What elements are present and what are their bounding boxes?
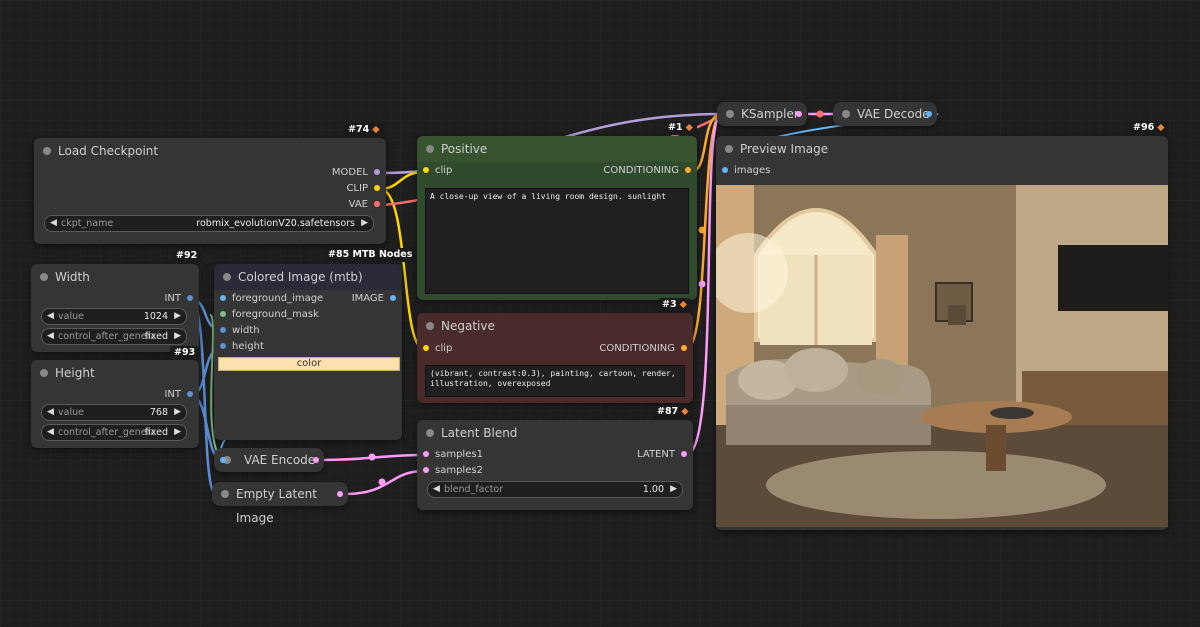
- node-id-badge: #85 MTB Nodes: [324, 248, 417, 262]
- samples1-input[interactable]: samples1: [423, 448, 483, 462]
- collapse-dot-icon[interactable]: [40, 273, 48, 281]
- blend-factor-slider[interactable]: ◀ blend_factor 1.00 ▶: [427, 481, 683, 498]
- preview-image: [716, 185, 1168, 527]
- collapse-dot-icon[interactable]: [221, 490, 229, 498]
- int-output[interactable]: INT: [164, 388, 193, 402]
- collapse-dot-icon[interactable]: [426, 429, 434, 437]
- left-arrow-icon[interactable]: ◀: [47, 329, 54, 344]
- vae-encode-node[interactable]: VAE Encode: [214, 448, 324, 472]
- prompt-textarea[interactable]: (vibrant, contrast:0.3), painting, carto…: [425, 365, 685, 397]
- collapse-dot-icon[interactable]: [43, 147, 51, 155]
- living-room-scene: [716, 185, 1168, 527]
- node-id-badge: #1 ◆: [664, 121, 697, 135]
- node-id-badge: #74 ◆: [344, 123, 384, 137]
- collapse-dot-icon[interactable]: [426, 322, 434, 330]
- foreground-image-input[interactable]: foreground_image: [220, 292, 323, 306]
- colored-image-node[interactable]: Colored Image (mtb) foreground_image for…: [214, 264, 402, 440]
- image-output[interactable]: IMAGE: [352, 292, 396, 306]
- node-id-badge: #96 ◆: [1129, 121, 1169, 135]
- left-arrow-icon[interactable]: ◀: [47, 309, 54, 324]
- width-node[interactable]: Width INT ◀ value 1024 ▶ ◀ control_after_gen…: [31, 264, 199, 352]
- fox-icon: ◆: [679, 299, 687, 310]
- node-title: Load Checkpoint: [58, 144, 159, 158]
- latent-blend-node[interactable]: Latent Blend samples1 samples2 LATENT ◀ b…: [417, 420, 693, 510]
- model-output[interactable]: MODEL: [332, 166, 380, 180]
- images-input[interactable]: images: [722, 164, 770, 178]
- load-checkpoint-node[interactable]: Load Checkpoint MODEL CLIP VAE ◀ ckpt_na…: [34, 138, 386, 244]
- right-arrow-icon[interactable]: ▶: [361, 216, 368, 231]
- clip-input[interactable]: clip: [423, 342, 452, 356]
- clip-output[interactable]: CLIP: [346, 182, 380, 196]
- control-after-generate-combo[interactable]: ◀control_after_generatefixed▶: [41, 328, 187, 345]
- collapse-dot-icon[interactable]: [842, 110, 850, 118]
- collapse-dot-icon[interactable]: [40, 369, 48, 377]
- ksampler-node[interactable]: KSampler: [717, 102, 807, 126]
- fox-icon: ◆: [685, 122, 693, 133]
- left-arrow-icon[interactable]: ◀: [50, 216, 57, 231]
- right-arrow-icon[interactable]: ▶: [174, 309, 181, 324]
- node-id-badge: #93: [170, 346, 200, 360]
- latent-output[interactable]: LATENT: [637, 448, 687, 462]
- positive-prompt-node[interactable]: Positive clip CONDITIONING A close-up vi…: [417, 136, 697, 300]
- left-arrow-icon[interactable]: ◀: [47, 425, 54, 440]
- clip-input[interactable]: clip: [423, 164, 452, 178]
- fox-icon: ◆: [681, 406, 689, 417]
- node-id-badge: #87 ◆: [653, 405, 693, 419]
- value-stepper[interactable]: ◀ value 768 ▶: [41, 404, 187, 421]
- empty-latent-image-node[interactable]: Empty Latent Image: [212, 482, 348, 525]
- right-arrow-icon[interactable]: ▶: [670, 482, 677, 497]
- right-arrow-icon[interactable]: ▶: [174, 329, 181, 344]
- prompt-textarea[interactable]: A close-up view of a living room design.…: [425, 188, 689, 294]
- collapse-dot-icon[interactable]: [725, 145, 733, 153]
- value-stepper[interactable]: ◀ value 1024 ▶: [41, 308, 187, 325]
- color-picker[interactable]: color: [218, 357, 400, 371]
- height-node[interactable]: Height INT ◀ value 768 ▶ ◀ control_after_gen…: [31, 360, 199, 448]
- int-output[interactable]: INT: [164, 292, 193, 306]
- height-input[interactable]: height: [220, 340, 264, 354]
- right-arrow-icon[interactable]: ▶: [174, 425, 181, 440]
- fox-icon: ◆: [372, 124, 380, 135]
- vae-decode-node[interactable]: VAE Decode: [833, 102, 937, 126]
- control-after-generate-combo[interactable]: ◀control_after_generatefixed▶: [41, 424, 187, 441]
- right-arrow-icon[interactable]: ▶: [174, 405, 181, 420]
- preview-image-node[interactable]: Preview Image images: [716, 136, 1168, 530]
- collapse-dot-icon[interactable]: [223, 273, 231, 281]
- negative-prompt-node[interactable]: Negative clip CONDITIONING (vibrant, con…: [417, 313, 693, 403]
- node-id-badge: #3 ◆: [658, 298, 691, 312]
- conditioning-output[interactable]: CONDITIONING: [603, 164, 691, 178]
- left-arrow-icon[interactable]: ◀: [47, 405, 54, 420]
- vae-output[interactable]: VAE: [349, 198, 380, 212]
- node-id-badge: #92: [172, 249, 202, 263]
- conditioning-output[interactable]: CONDITIONING: [599, 342, 687, 356]
- samples2-input[interactable]: samples2: [423, 464, 483, 478]
- fox-icon: ◆: [1157, 122, 1165, 133]
- collapse-dot-icon[interactable]: [726, 110, 734, 118]
- left-arrow-icon[interactable]: ◀: [433, 482, 440, 497]
- collapse-dot-icon[interactable]: [426, 145, 434, 153]
- width-input[interactable]: width: [220, 324, 260, 338]
- foreground-mask-input[interactable]: foreground_mask: [220, 308, 319, 322]
- ckpt-name-combo[interactable]: ◀ ckpt_name robmix_evolutionV20.safetens…: [44, 215, 374, 232]
